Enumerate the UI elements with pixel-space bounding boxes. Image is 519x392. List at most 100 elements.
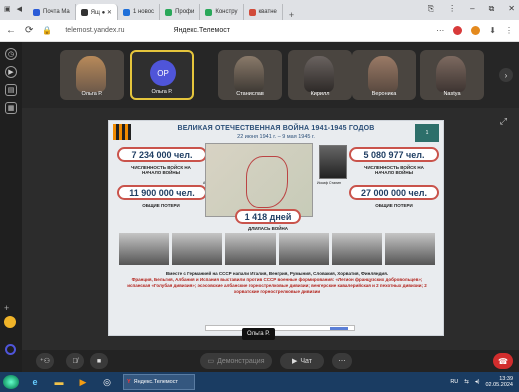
participant-name: Станислав — [236, 91, 264, 97]
stat-pill: 11 900 000 чел. — [117, 185, 207, 200]
browser-settings-icon[interactable]: ⋮ — [505, 26, 513, 35]
portrait-right-label: Иосиф Сталин — [317, 181, 341, 185]
notes-icon[interactable]: ▦ — [5, 102, 17, 114]
end-call-button[interactable]: ☎ — [493, 353, 513, 369]
yandex-browser-icon[interactable]: ◎ — [99, 375, 115, 389]
presentation-toolbar — [205, 325, 355, 331]
play-icon[interactable]: ▶ — [5, 66, 17, 78]
stat-caption: ЧИСЛЕННОСТЬ ВОЙСК НА НАЧАЛО ВОЙНЫ — [131, 165, 191, 176]
photo — [119, 233, 170, 265]
language-indicator[interactable]: RU — [450, 379, 458, 385]
screen-share-button[interactable]: ▭ Демонстрация — [200, 353, 272, 369]
more-actions-icon[interactable]: ⋯ — [436, 26, 444, 35]
close-window-button[interactable]: ✕ — [508, 4, 515, 14]
participant-video — [436, 56, 466, 92]
ie-icon[interactable]: e — [27, 375, 43, 389]
download-icon[interactable]: ⬇ — [489, 26, 496, 35]
slide-text: Вместе с Германией на СССР напали Италия… — [121, 271, 433, 295]
explorer-icon[interactable]: ▬ — [51, 375, 67, 389]
war-map — [205, 143, 313, 217]
tab-favicon-icon — [122, 8, 130, 16]
new-tab-button[interactable]: + — [283, 10, 300, 20]
participant-tile[interactable]: Ольга Р. — [60, 50, 124, 100]
screen-share-icon: ▭ — [207, 358, 215, 365]
microphone-off-icon[interactable]: 🎙̸ — [66, 353, 84, 369]
tab-label: Профи — [175, 9, 195, 15]
sound-icon[interactable]: ◀ — [17, 5, 22, 13]
participants-strip: Ольга Р. OP Ольга Р. Станислав Кирилл Ве… — [22, 42, 519, 108]
add-icon[interactable]: + — [4, 303, 9, 313]
slide-title: ВЕЛИКАЯ ОТЕЧЕСТВЕННАЯ ВОЙНА 1941-1945 ГО… — [177, 125, 375, 132]
speaker-label: Ольга Р. — [242, 328, 275, 340]
slide-text-body: Франция, Бельгия, Албания и Испания выст… — [127, 277, 427, 295]
participant-name: Ольга Р. — [151, 89, 173, 95]
war-photos — [119, 233, 436, 265]
participant-tile[interactable]: Вероника — [352, 50, 416, 100]
more-button[interactable]: ⋯ — [332, 353, 352, 369]
browser-menu-icon[interactable]: ▣ — [4, 5, 11, 13]
camera-icon[interactable]: ■ — [90, 353, 108, 369]
avatar: OP — [150, 60, 176, 86]
stat-pill: 7 234 000 чел. — [117, 147, 207, 162]
window-menu-button[interactable]: ⋮ — [448, 4, 456, 14]
lock-icon: 🔒 — [42, 26, 53, 35]
stat-caption: ОБЩИЕ ПОТЕРИ — [142, 203, 180, 208]
stat-pill: 5 080 977 чел. — [349, 147, 439, 162]
tab-4[interactable]: Констру — [200, 4, 244, 20]
tabbar-icons: ▣ ◀ — [4, 5, 22, 13]
participant-name: Ольга Р. — [81, 91, 103, 97]
stat-caption: ДЛИЛАСЬ ВОЙНА — [248, 226, 288, 231]
call-controls: ⁺⚇ 🎙̸ ■ ▭ Демонстрация ▶ Чат ⋯ ☎ — [22, 350, 519, 372]
tab-favicon-icon — [80, 8, 88, 16]
chat-button[interactable]: ▶ Чат — [280, 353, 324, 369]
tab-5[interactable]: кватнe — [244, 4, 283, 20]
presentation-button[interactable] — [330, 327, 348, 330]
fullscreen-icon[interactable]: ⤢ — [500, 116, 507, 127]
pin-icon[interactable] — [4, 316, 16, 328]
start-button[interactable] — [3, 375, 19, 389]
history-icon[interactable]: ◷ — [5, 48, 17, 60]
extension-icon[interactable] — [471, 26, 481, 35]
media-player-icon[interactable]: ▶ — [75, 375, 91, 389]
participant-tile[interactable]: Кирилл — [288, 50, 352, 100]
bookmarks-icon[interactable]: ▤ — [5, 84, 17, 96]
minimize-button[interactable]: – — [470, 4, 474, 14]
volume-icon[interactable]: ◂) — [475, 379, 480, 385]
participant-tile[interactable]: Nastya — [420, 50, 484, 100]
clock[interactable]: 13:39 02.05.2024 — [485, 376, 513, 388]
network-icon[interactable]: ⇆ — [464, 379, 469, 385]
window-controls: ⎘ ⋮ – ⧉ ✕ — [428, 4, 515, 14]
tab-3[interactable]: Профи — [160, 4, 201, 20]
yandex-icon: Y — [127, 379, 131, 385]
page-title: Яндекс.Телемост — [173, 27, 230, 34]
participant-tile-selected[interactable]: OP Ольга Р. — [130, 50, 194, 100]
stat-caption: ЧИСЛЕННОСТЬ ВОЙСК НА НАЧАЛО ВОЙНЫ — [364, 165, 424, 176]
participant-video — [234, 56, 264, 92]
tab-2[interactable]: 1 новос — [118, 4, 161, 20]
reload-button[interactable]: ⟳ — [25, 25, 33, 36]
adblock-icon[interactable] — [453, 26, 463, 35]
add-participant-icon[interactable]: ⁺⚇ — [36, 353, 54, 369]
system-tray: RU ⇆ ◂) 13:39 02.05.2024 — [450, 376, 519, 388]
tab-1[interactable]: Ящ ● ✕ — [75, 4, 118, 20]
taskbar-active-window[interactable]: Y Яндекс.Телемост — [123, 374, 195, 390]
tab-0[interactable]: Почта Ma — [28, 4, 76, 20]
tab-search-button[interactable]: ⎘ — [428, 4, 434, 14]
tab-favicon-icon — [165, 8, 173, 16]
participant-name: Вероника — [371, 91, 397, 97]
next-participants-button[interactable]: › — [499, 68, 513, 82]
screen-share-label: Демонстрация — [217, 357, 265, 365]
tab-label: Констру — [215, 9, 238, 15]
participant-name: Nastya — [443, 91, 461, 97]
taskbar-window-label: Яндекс.Телемост — [133, 379, 178, 385]
record-icon[interactable] — [5, 344, 16, 355]
back-button[interactable]: ← — [6, 25, 16, 36]
participant-tile[interactable]: Станислав — [218, 50, 282, 100]
stat-pill: 27 000 000 чел. — [349, 185, 439, 200]
taskbar: e ▬ ▶ ◎ Y Яндекс.Телемост RU ⇆ ◂) 13:39 … — [0, 372, 519, 392]
maximize-button[interactable]: ⧉ — [489, 4, 495, 14]
slide-text-intro: Вместе с Германией на СССР напали Италия… — [165, 271, 389, 276]
clock-date: 02.05.2024 — [485, 382, 513, 388]
url-field[interactable]: telemost.yandex.ru — [65, 27, 124, 34]
slide-subtitle: 22 июня 1941 г. – 9 мая 1945 г. — [237, 134, 315, 140]
